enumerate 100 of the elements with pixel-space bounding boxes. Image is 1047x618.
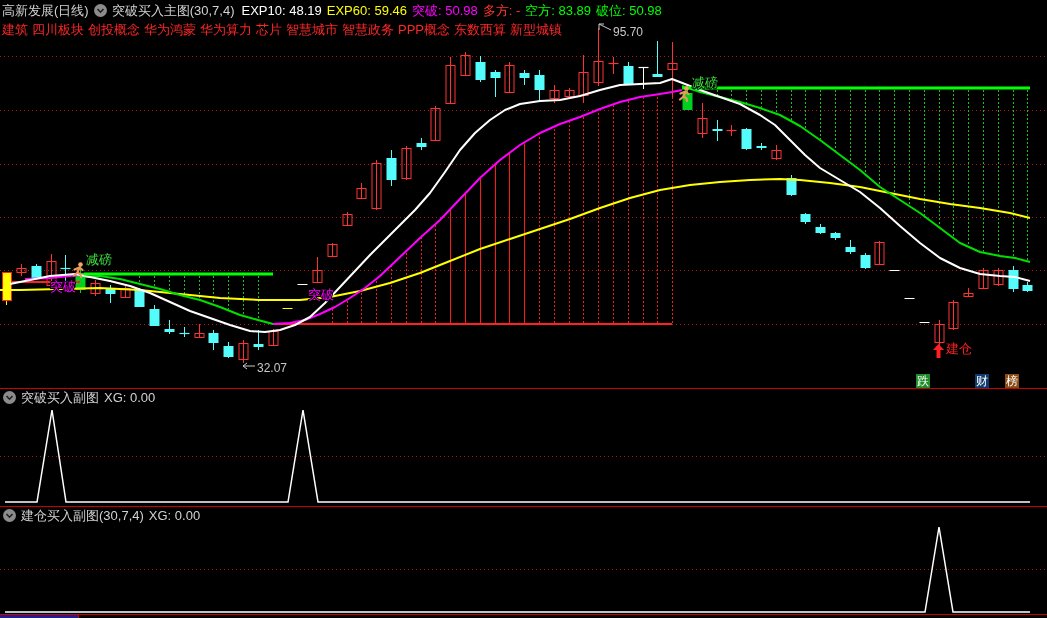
candlestick — [771, 144, 782, 161]
subchart-reading: XG: 0.00 — [148, 508, 201, 523]
candlestick — [312, 256, 323, 284]
candlestick — [149, 304, 160, 327]
candlestick — [342, 211, 353, 227]
candlestick — [564, 87, 575, 99]
candlestick — [105, 284, 116, 304]
candlestick — [741, 127, 752, 151]
candlestick — [519, 69, 530, 86]
candlestick — [297, 284, 308, 285]
dropdown-icon[interactable] — [3, 391, 16, 404]
candlestick — [253, 329, 264, 351]
candlestick — [682, 85, 693, 111]
stock-title: 高新发展(日线) — [2, 1, 89, 20]
candlestick — [1008, 265, 1019, 293]
candlestick — [371, 159, 382, 211]
candlestick — [178, 326, 191, 338]
candlestick — [860, 252, 871, 270]
concept-tag: 创投概念 — [88, 21, 140, 39]
info-badge[interactable]: 跌 — [916, 374, 930, 388]
candlestick — [401, 145, 412, 181]
concept-tag: 华为鸿蒙 — [144, 21, 196, 39]
candlestick — [490, 69, 501, 98]
candlestick — [164, 319, 175, 335]
low-price-label: 32.07 — [257, 361, 288, 375]
candlestick — [268, 328, 279, 346]
candlestick — [549, 84, 560, 104]
indicator-value: 多方: - — [482, 1, 521, 20]
candlestick — [120, 284, 131, 299]
candlestick — [1022, 281, 1033, 293]
indicator-value: 破位: 50.98 — [596, 1, 662, 20]
candlestick — [416, 137, 427, 151]
candlestick — [223, 341, 234, 359]
candlestick — [386, 149, 397, 187]
candlestick — [31, 263, 42, 279]
leader-line — [242, 362, 256, 370]
candlestick — [667, 41, 678, 98]
high-price-label: 95.70 — [613, 25, 644, 39]
candlestick — [194, 323, 205, 339]
candlestick — [327, 242, 338, 258]
candlestick — [845, 239, 856, 255]
concept-tag: 新型城镇 — [510, 21, 562, 39]
concept-tag: 华为算力 — [200, 21, 252, 39]
candlestick — [725, 124, 738, 137]
indicator-value: 空方: 83.89 — [525, 1, 592, 20]
up-arrow-icon — [933, 344, 944, 358]
leader-line — [598, 23, 612, 31]
indicator-value: 突破: 50.98 — [411, 1, 478, 20]
candlestick — [712, 119, 723, 142]
candlestick — [356, 182, 367, 200]
indicator-value: EXP60: 59.46 — [326, 3, 407, 18]
candlestick — [460, 51, 471, 77]
dropdown-icon[interactable] — [3, 509, 16, 522]
position-marker — [2, 272, 12, 306]
candlestick — [904, 298, 915, 299]
candlestick — [607, 56, 620, 75]
concept-tag: 智慧政务 — [342, 21, 394, 39]
candlestick — [578, 54, 589, 104]
candlestick — [16, 263, 27, 277]
candlestick — [697, 102, 708, 139]
candlestick — [445, 56, 456, 105]
candlestick — [208, 329, 219, 351]
signal-label: 减磅 — [86, 252, 112, 267]
candlestick — [430, 105, 441, 142]
indicator-name: 突破买入主图(30,7,4) — [111, 1, 235, 20]
candlestick — [637, 66, 650, 90]
candlestick — [993, 267, 1004, 287]
candlestick — [889, 270, 900, 271]
concept-tag: 智慧城市 — [286, 21, 338, 39]
candlestick — [90, 279, 101, 297]
concept-tag: 芯片 — [256, 21, 282, 39]
concept-tag: 四川板块 — [32, 21, 84, 39]
candlestick — [800, 212, 811, 225]
indicator-value: EXP10: 48.19 — [241, 3, 322, 18]
candlestick — [593, 27, 604, 87]
candlestick — [623, 61, 634, 86]
candlestick — [919, 322, 930, 323]
signal-label: 建仓 — [946, 341, 972, 356]
info-badge[interactable]: 榜 — [1005, 374, 1019, 388]
candlestick — [874, 240, 885, 266]
candlestick — [963, 287, 974, 298]
candlestick — [978, 267, 989, 290]
candlestick — [948, 299, 959, 331]
subchart-title: 建仓买入副图(30,7,4) — [21, 506, 144, 525]
candlestick — [786, 174, 797, 197]
signal-label: 减磅 — [692, 75, 718, 90]
candlestick — [652, 40, 663, 78]
runner-icon — [72, 262, 84, 279]
candlestick — [504, 61, 515, 94]
dropdown-icon[interactable] — [93, 4, 107, 17]
runner-icon — [678, 86, 690, 103]
info-badge[interactable]: 财 — [975, 374, 989, 388]
concept-tag: PPP概念 — [398, 21, 450, 39]
concept-tag: 东数西算 — [454, 21, 506, 39]
candlestick — [756, 142, 767, 151]
subchart-reading: XG: 0.00 — [104, 390, 156, 405]
concept-tag: 建筑 — [2, 21, 28, 39]
candlestick — [282, 308, 293, 309]
candlestick — [238, 339, 249, 364]
candlestick — [830, 231, 841, 241]
